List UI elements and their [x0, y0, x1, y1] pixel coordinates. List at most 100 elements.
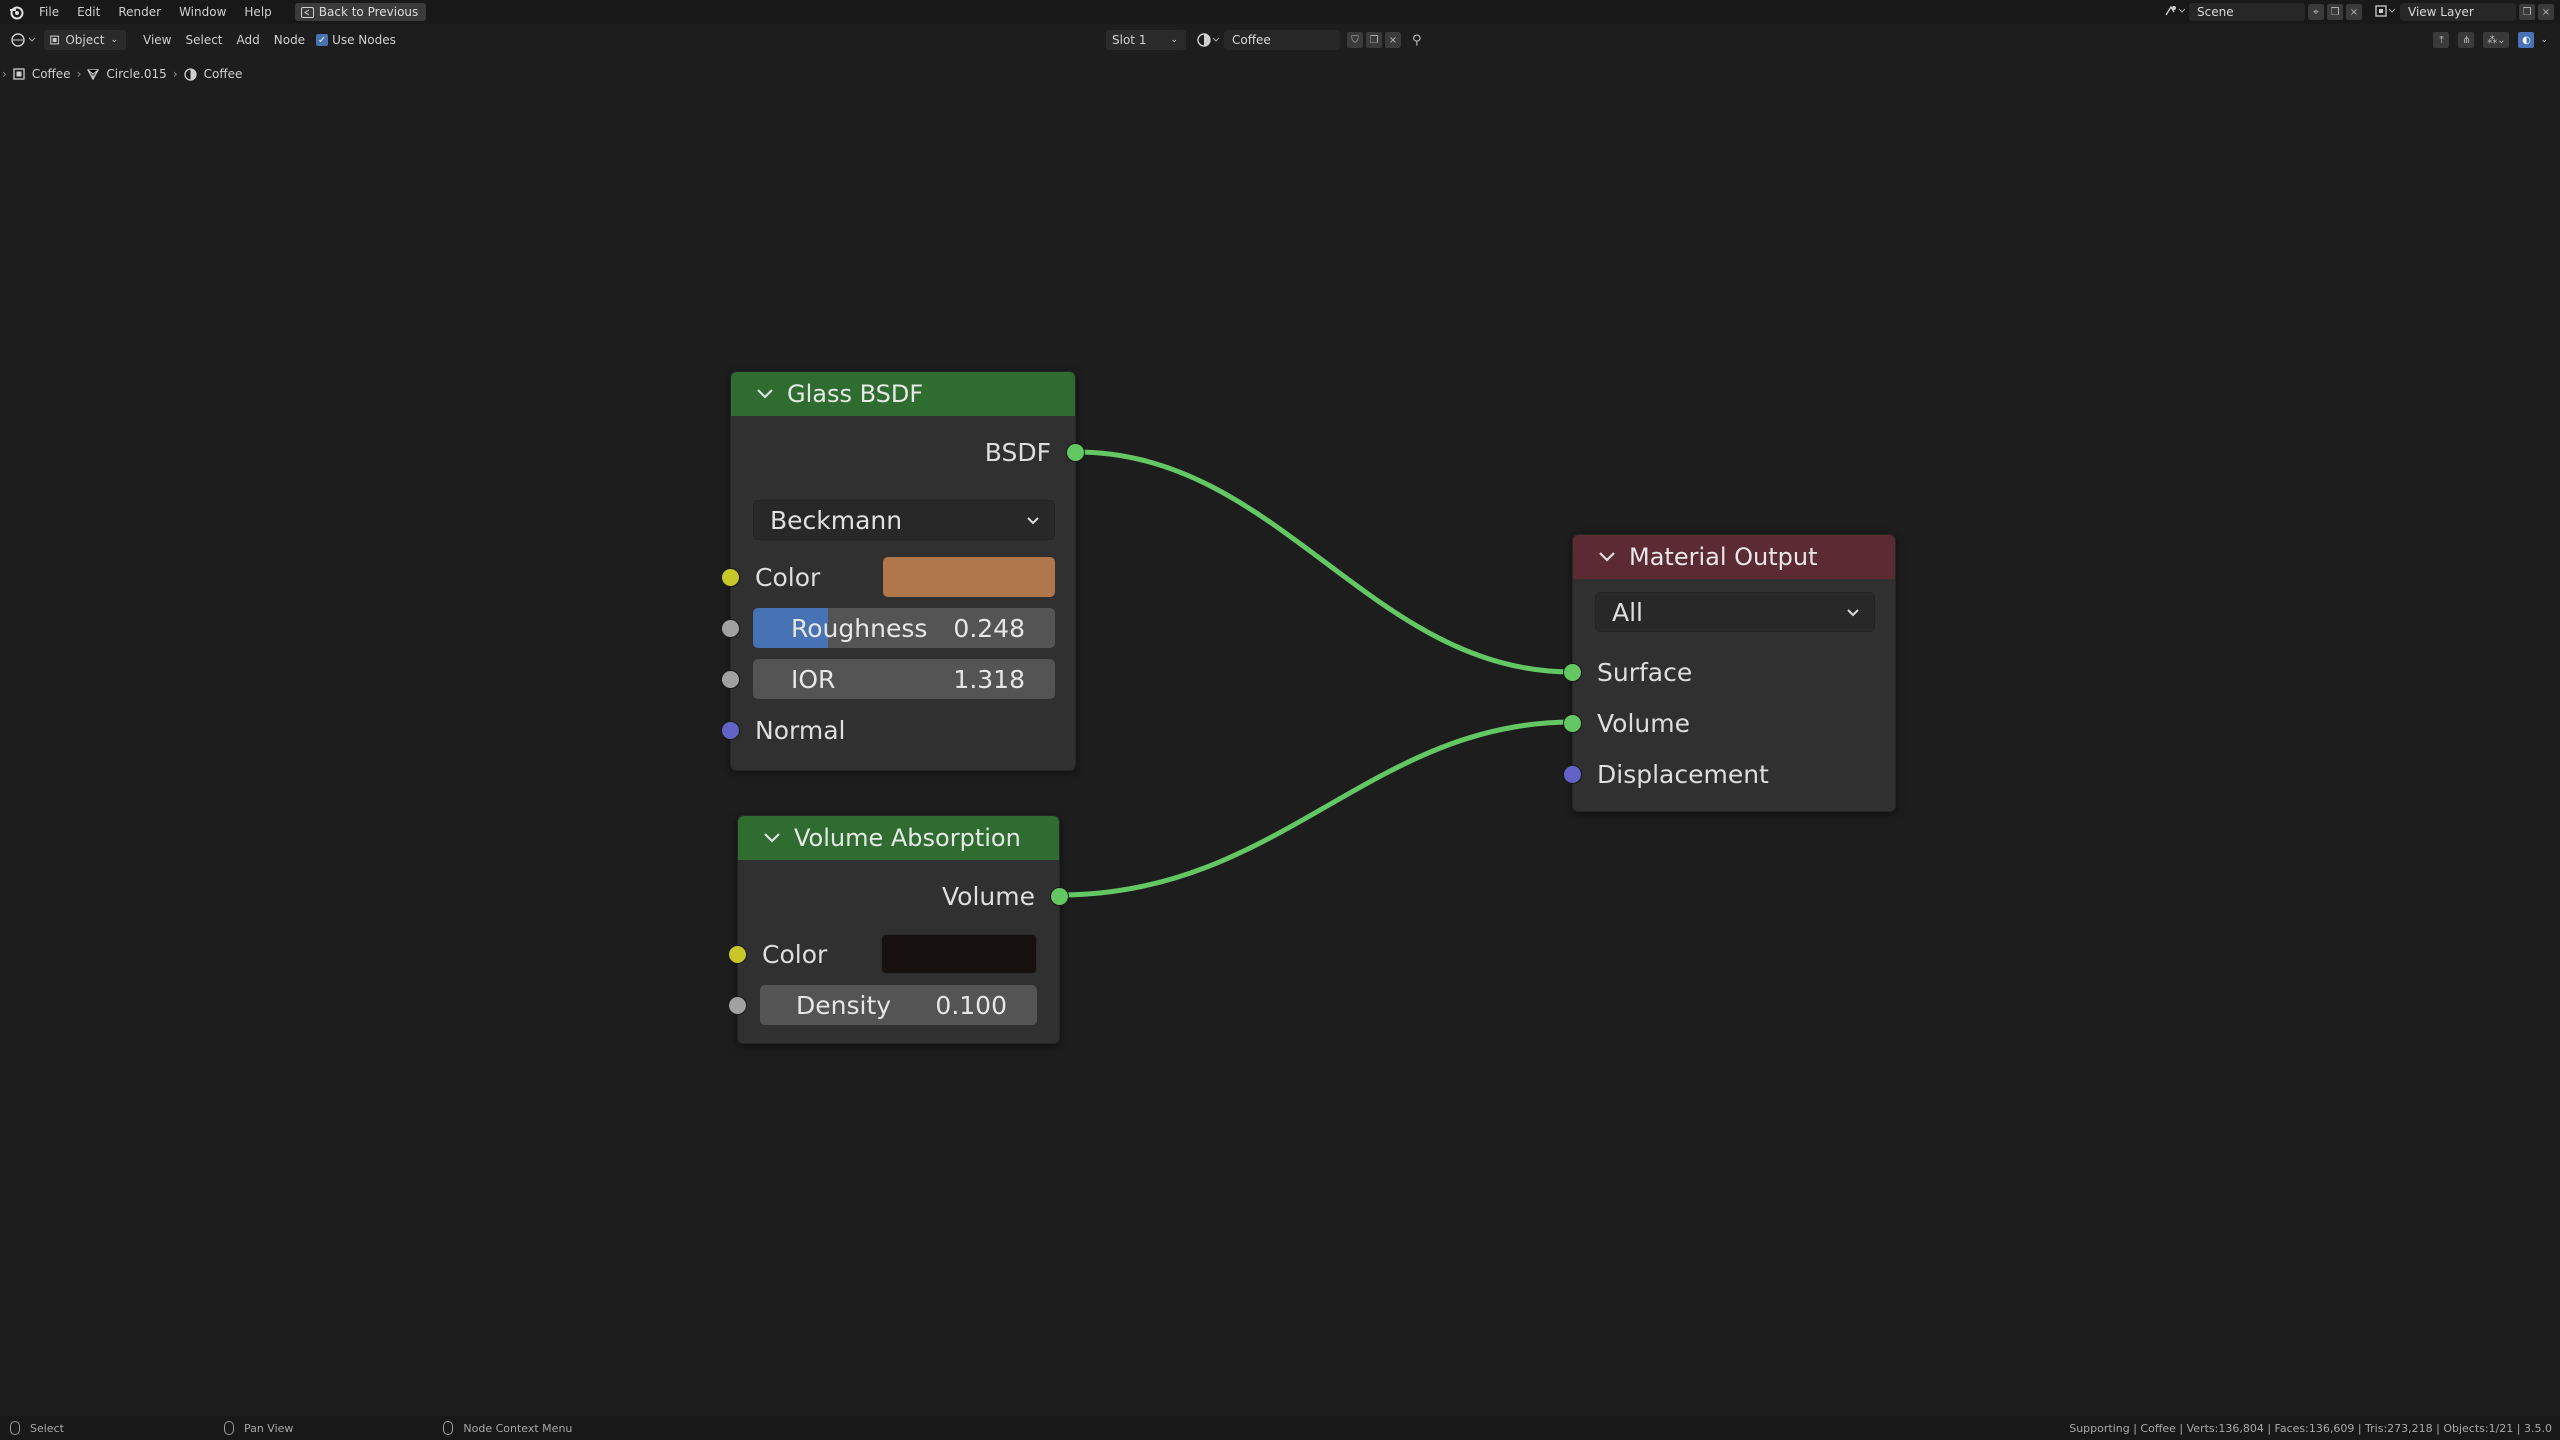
status-hint-context: Node Context Menu: [443, 1421, 572, 1435]
screen-back-icon: [300, 6, 314, 18]
header-menu-select[interactable]: Select: [178, 29, 229, 51]
absorption-color-swatch[interactable]: [881, 934, 1037, 974]
parent-node-tree-icon[interactable]: ⤒: [2433, 32, 2450, 48]
displacement-label: Displacement: [1597, 759, 1769, 789]
object-icon: [50, 35, 60, 45]
back-to-previous-button[interactable]: Back to Previous: [294, 3, 427, 21]
ior-label: IOR: [791, 664, 836, 694]
unlink-material-icon[interactable]: ×: [1385, 32, 1401, 48]
surface-row: Surface: [1573, 652, 1895, 692]
material-output-header[interactable]: Material Output: [1573, 535, 1895, 579]
ior-input-socket[interactable]: [721, 670, 740, 689]
glass-color-swatch[interactable]: [883, 557, 1055, 597]
use-nodes-label: Use Nodes: [332, 33, 396, 47]
mesh-data-icon: [87, 69, 100, 80]
back-to-previous-label: Back to Previous: [318, 5, 419, 19]
volume-output-label: Volume: [942, 881, 1035, 911]
chevron-down-icon[interactable]: ⌄: [2540, 35, 2548, 45]
slot-dropdown[interactable]: Slot 1 ⌄: [1106, 30, 1186, 50]
blender-logo-icon[interactable]: [8, 4, 24, 20]
density-value: 0.100: [935, 990, 1007, 1020]
volume-input-row: Volume: [1573, 703, 1895, 743]
view-layer-field[interactable]: View Layer: [2400, 3, 2516, 21]
use-nodes-toggle[interactable]: ✓ Use Nodes: [316, 33, 396, 47]
material-browse-icon[interactable]: [1196, 32, 1222, 48]
pin-scene-icon[interactable]: ⌖: [2308, 4, 2324, 20]
displacement-row: Displacement: [1573, 754, 1895, 794]
mouse-right-icon: [443, 1421, 454, 1435]
color-label: Color: [755, 562, 821, 592]
volume-absorption-header[interactable]: Volume Absorption: [738, 816, 1059, 860]
link-bsdf-to-surface[interactable]: [1075, 449, 1573, 675]
material-name-field[interactable]: Coffee: [1224, 30, 1340, 50]
normal-row: Normal: [731, 710, 1075, 750]
breadcrumb-mesh-label: Circle.015: [106, 67, 167, 81]
object-mode-dropdown[interactable]: Object ⌄: [44, 30, 126, 50]
new-scene-icon[interactable]: ❐: [2327, 4, 2343, 20]
header-menu-view[interactable]: View: [136, 29, 178, 51]
checkmark-icon: ✓: [316, 34, 329, 46]
bsdf-output-socket[interactable]: [1066, 443, 1085, 462]
view-layer-icon[interactable]: [2374, 4, 2396, 21]
editor-type-icon[interactable]: [10, 32, 38, 48]
object-icon: [13, 68, 25, 80]
volume-input-label: Volume: [1597, 708, 1690, 738]
collapse-chevron-icon[interactable]: [753, 382, 777, 406]
close-view-layer-icon[interactable]: ×: [2538, 4, 2554, 20]
breadcrumb-mesh: Circle.015: [81, 67, 172, 81]
link-volume-to-volume[interactable]: [1059, 719, 1573, 898]
header-menu-node[interactable]: Node: [267, 29, 312, 51]
close-scene-icon[interactable]: ×: [2346, 4, 2362, 20]
pin-icon[interactable]: ⚲: [1412, 33, 1422, 48]
menu-file[interactable]: File: [30, 0, 68, 24]
distribution-value: Beckmann: [770, 505, 903, 535]
roughness-value: 0.248: [953, 613, 1025, 643]
roughness-label: Roughness: [791, 613, 928, 643]
material-output-title: Material Output: [1629, 543, 1818, 571]
material-name: Coffee: [1232, 33, 1271, 47]
header-menu-add[interactable]: Add: [230, 29, 267, 51]
scene-icon[interactable]: [2163, 4, 2186, 21]
collapse-chevron-icon[interactable]: [1595, 545, 1619, 569]
output-target-dropdown[interactable]: All: [1595, 592, 1875, 632]
glass-bsdf-header[interactable]: Glass BSDF: [731, 372, 1075, 416]
menu-edit[interactable]: Edit: [68, 0, 109, 24]
menu-render[interactable]: Render: [109, 0, 170, 24]
status-hint-select: Select: [10, 1421, 64, 1435]
menu-window[interactable]: Window: [170, 0, 235, 24]
breadcrumb-material: Coffee: [178, 67, 249, 81]
volume-absorption-node[interactable]: Volume Absorption Volume Color Density 0…: [728, 815, 1069, 1044]
snap-icon[interactable]: ⋔: [2458, 32, 2475, 48]
breadcrumb-material-label: Coffee: [203, 67, 243, 81]
view-layer-name: View Layer: [2408, 5, 2474, 19]
density-input-socket[interactable]: [728, 996, 747, 1015]
density-label: Density: [796, 990, 892, 1020]
mouse-left-icon: [10, 1421, 20, 1435]
volume-output-socket[interactable]: [1050, 887, 1069, 906]
chevron-down-icon: ⌄: [1170, 35, 1178, 45]
node-editor-header: Object ⌄ View Select Add Node ✓ Use Node…: [0, 28, 2560, 52]
fake-user-shield-icon[interactable]: ⛉: [1347, 32, 1363, 48]
snap-options-icon[interactable]: ⁂⌄: [2483, 32, 2510, 48]
new-view-layer-icon[interactable]: ❐: [2519, 4, 2535, 20]
ior-field[interactable]: IOR 1.318: [753, 659, 1055, 699]
material-icon: [183, 67, 197, 81]
distribution-dropdown[interactable]: Beckmann: [753, 500, 1055, 540]
overlay-icon[interactable]: ◐: [2518, 32, 2535, 48]
material-output-node[interactable]: Material Output All Surface Volume Displ…: [1563, 534, 1896, 812]
menu-help[interactable]: Help: [235, 0, 280, 24]
status-hint-pan: Pan View: [223, 1421, 293, 1435]
workspace-controls: Scene ⌖ ❐ × View Layer ❐ ×: [2163, 0, 2560, 24]
slot-label: Slot 1: [1112, 33, 1147, 47]
breadcrumb-object: Coffee: [7, 67, 77, 81]
collapse-chevron-icon[interactable]: [760, 826, 784, 850]
scene-field[interactable]: Scene: [2189, 3, 2305, 21]
duplicate-material-icon[interactable]: ❐: [1366, 32, 1382, 48]
breadcrumb-object-label: Coffee: [31, 67, 71, 81]
roughness-input-socket[interactable]: [721, 619, 740, 638]
roughness-slider[interactable]: Roughness 0.248: [753, 608, 1055, 648]
breadcrumb: › Coffee › Circle.015 › Coffee: [0, 64, 248, 84]
status-context-label: Node Context Menu: [463, 1421, 573, 1435]
density-field[interactable]: Density 0.100: [760, 985, 1037, 1025]
glass-bsdf-node[interactable]: Glass BSDF BSDF Beckmann Color Roughness…: [721, 371, 1085, 771]
